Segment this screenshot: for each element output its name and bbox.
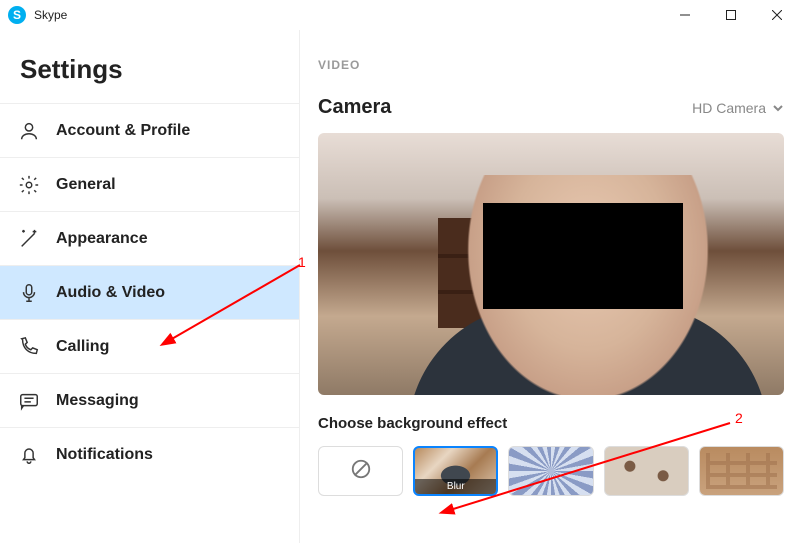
minimize-button[interactable] [662,0,708,30]
sidebar-item-label: Audio & Video [56,284,165,302]
background-effect-heading: Choose background effect [318,415,784,432]
message-icon [18,390,40,412]
section-label-video: VIDEO [318,58,784,72]
bell-icon [18,444,40,466]
sidebar-item-appearance[interactable]: Appearance [0,211,299,265]
effect-blur[interactable]: Blur [413,446,498,496]
effect-background-3[interactable] [699,446,784,496]
skype-logo-icon: S [8,6,26,24]
sidebar-item-notifications[interactable]: Notifications [0,427,299,481]
sidebar-item-label: Messaging [56,392,139,410]
effect-none[interactable] [318,446,403,496]
settings-sidebar: Settings Account & Profile General Appea… [0,30,300,543]
sidebar-item-label: General [56,176,116,194]
camera-selected-value: HD Camera [692,100,766,116]
gear-icon [18,174,40,196]
sidebar-item-general[interactable]: General [0,157,299,211]
chevron-down-icon [772,102,784,114]
background-effect-list: Blur [318,446,784,496]
face-redaction-box [483,203,683,309]
camera-preview [318,133,784,395]
effect-background-1[interactable] [508,446,593,496]
window-titlebar: S Skype [0,0,800,30]
camera-heading: Camera [318,96,391,119]
effect-background-2[interactable] [604,446,689,496]
sidebar-item-label: Notifications [56,446,153,464]
maximize-button[interactable] [708,0,754,30]
camera-select-dropdown[interactable]: HD Camera [692,100,784,116]
sidebar-item-audio-video[interactable]: Audio & Video [0,265,299,319]
sidebar-item-label: Appearance [56,230,148,248]
wand-icon [18,228,40,250]
settings-heading: Settings [0,30,299,103]
microphone-icon [18,282,40,304]
effect-blur-label: Blur [415,479,496,494]
sidebar-item-label: Account & Profile [56,122,190,140]
person-icon [18,120,40,142]
phone-icon [18,336,40,358]
settings-main-panel: VIDEO Camera HD Camera Choose background… [300,30,800,543]
app-title: Skype [34,8,67,22]
sidebar-item-calling[interactable]: Calling [0,319,299,373]
none-icon [350,458,372,485]
sidebar-item-label: Calling [56,338,109,356]
close-button[interactable] [754,0,800,30]
sidebar-item-account-profile[interactable]: Account & Profile [0,103,299,157]
sidebar-item-messaging[interactable]: Messaging [0,373,299,427]
